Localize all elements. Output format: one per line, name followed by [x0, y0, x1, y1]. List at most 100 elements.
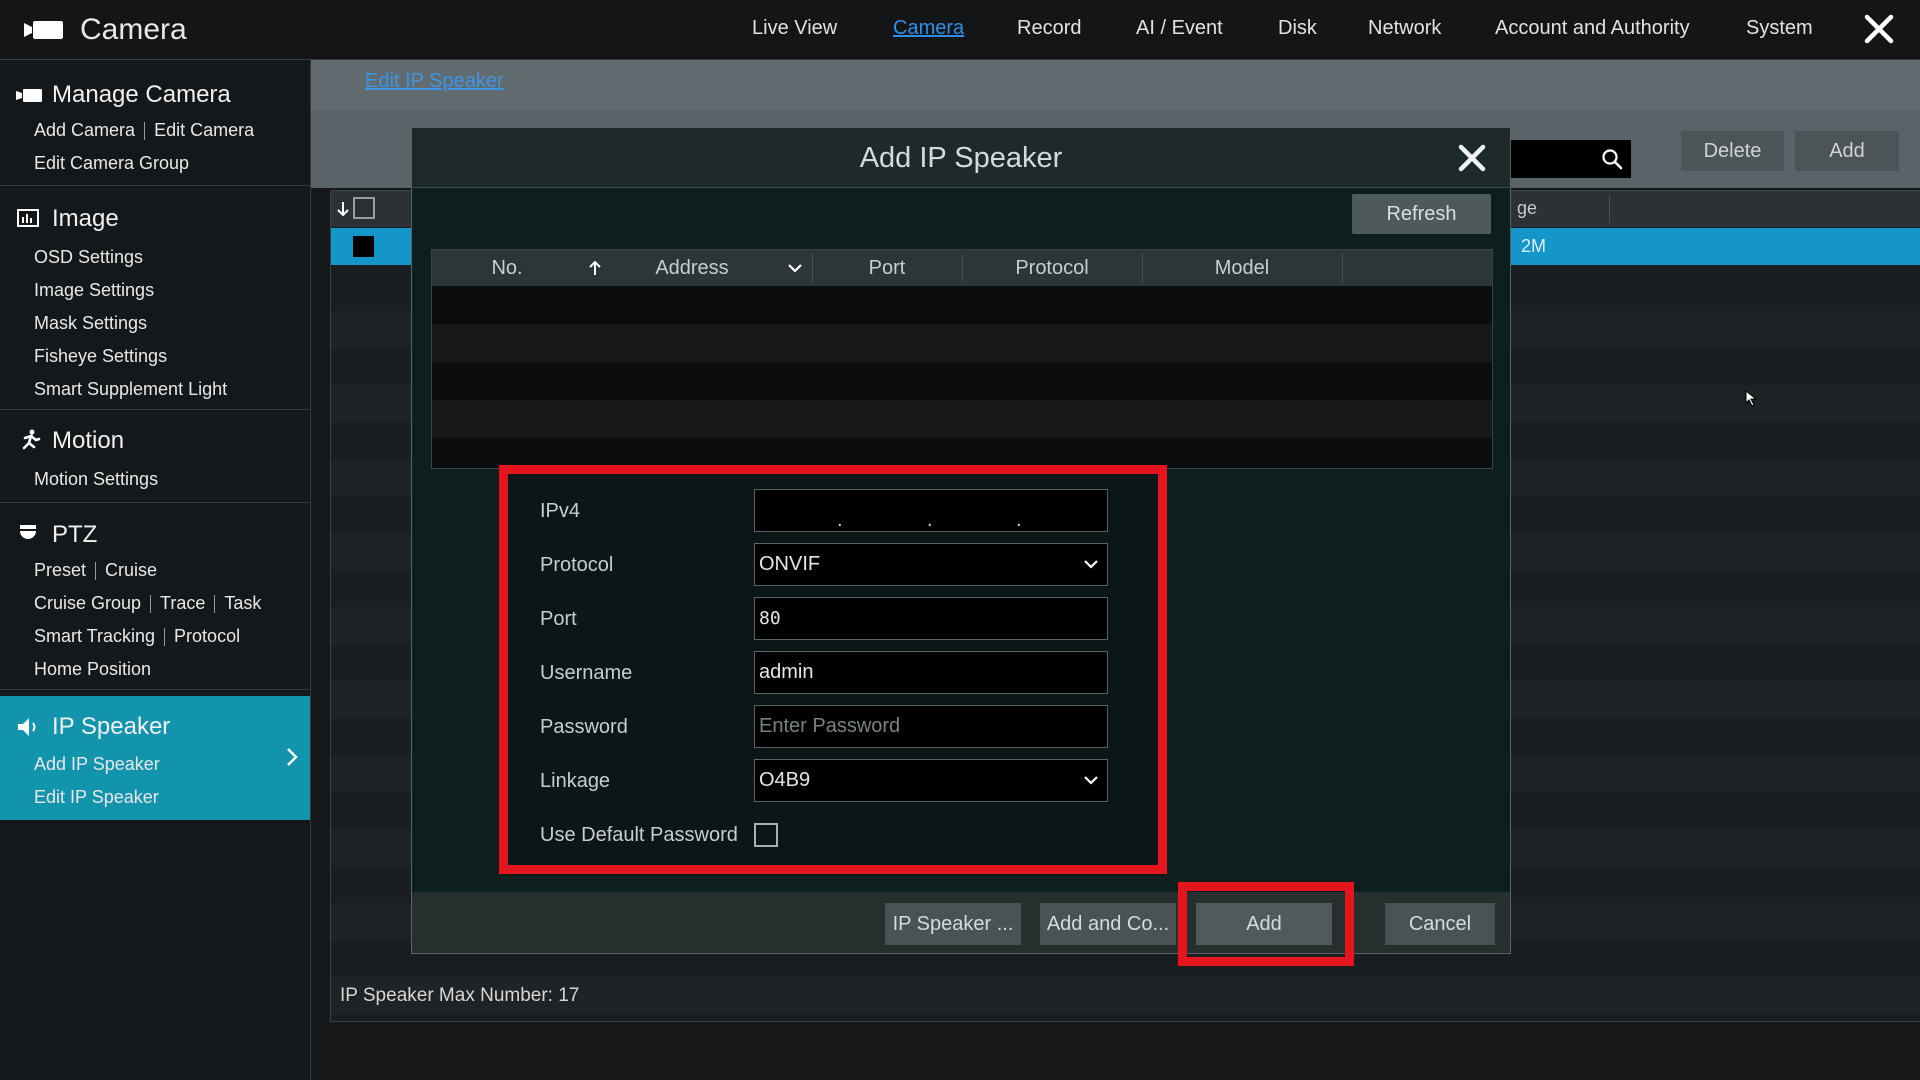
sidebar-heading-ptz[interactable]: PTZ [16, 520, 97, 550]
sidebar-item-add-ip-speaker[interactable]: Add IP Speaker [34, 754, 160, 775]
app-title: Camera [80, 13, 187, 46]
table-cell: 2M [1521, 236, 1547, 256]
cancel-button[interactable]: Cancel [1385, 903, 1495, 945]
separator [214, 595, 216, 614]
sidebar-item-task[interactable]: Task [224, 593, 261, 613]
nav-network[interactable]: Network [1368, 0, 1441, 56]
nav-account-authority[interactable]: Account and Authority [1495, 0, 1690, 56]
separator [150, 595, 152, 614]
ipv4-field[interactable]: . . . [754, 489, 1108, 532]
table-row [432, 362, 1492, 400]
camera-icon [16, 89, 42, 102]
chevron-down-icon[interactable] [787, 263, 803, 274]
search-icon[interactable] [1601, 148, 1623, 170]
ip-speaker-button[interactable]: IP Speaker ... [885, 903, 1021, 945]
sidebar-item-smart-supplement-light[interactable]: Smart Supplement Light [34, 379, 227, 400]
default-password-label: Use Default Password [540, 824, 738, 846]
sidebar: Manage Camera Add Camera Edit Camera Edit… [0, 60, 311, 1080]
password-field[interactable]: Enter Password [754, 705, 1108, 748]
username-label: Username [540, 662, 633, 684]
sidebar-item-cruise-group[interactable]: Cruise Group [34, 593, 141, 613]
sidebar-item-protocol[interactable]: Protocol [174, 626, 240, 646]
username-field[interactable]: admin [754, 651, 1108, 694]
add-ip-speaker-dialog: Add IP Speaker Refresh No. Address Port … [411, 127, 1511, 966]
refresh-button[interactable]: Refresh [1352, 194, 1491, 234]
row-checkbox[interactable] [353, 236, 374, 257]
column-header-protocol[interactable]: Protocol [962, 250, 1142, 286]
breadcrumb[interactable]: Edit IP Speaker [365, 70, 504, 93]
add-button[interactable]: Add [1795, 131, 1899, 171]
separator [144, 122, 146, 141]
column-header: ge [1517, 198, 1538, 218]
nav-record[interactable]: Record [1017, 0, 1081, 56]
sidebar-item-preset[interactable]: Preset [34, 560, 86, 580]
column-header-address[interactable]: Address [582, 250, 802, 286]
add-and-continue-button[interactable]: Add and Co... [1040, 903, 1176, 945]
sidebar-item-cruise[interactable]: Cruise [105, 560, 157, 580]
dome-camera-icon [20, 525, 36, 539]
delete-button[interactable]: Delete [1681, 131, 1784, 171]
port-label: Port [540, 608, 577, 630]
sidebar-title: PTZ [52, 521, 98, 548]
sidebar-item-osd-settings[interactable]: OSD Settings [34, 247, 143, 268]
sidebar-heading-ip-speaker[interactable]: IP Speaker [16, 712, 170, 742]
sidebar-title: Motion [52, 427, 125, 454]
dialog-title: Add IP Speaker [859, 142, 1063, 174]
sidebar-title: IP Speaker [52, 713, 171, 740]
linkage-value: O4B9 [759, 769, 811, 791]
sidebar-item-edit-camera[interactable]: Edit Camera [154, 120, 254, 140]
sidebar-group-image: Image OSD Settings Image Settings Mask S… [0, 186, 310, 410]
linkage-label: Linkage [540, 770, 611, 792]
column-header-port[interactable]: Port [812, 250, 962, 286]
close-icon[interactable] [1458, 144, 1486, 172]
port-field[interactable]: 80 [754, 597, 1108, 640]
separator [95, 562, 97, 581]
nav-live-view[interactable]: Live View [752, 0, 837, 56]
sidebar-item-trace[interactable]: Trace [160, 593, 205, 613]
sidebar-item-mask-settings[interactable]: Mask Settings [34, 313, 147, 334]
select-all-checkbox[interactable] [353, 197, 375, 219]
close-icon[interactable] [1864, 14, 1894, 44]
ip-separator: . [927, 509, 933, 531]
sidebar-heading-image[interactable]: Image [16, 204, 119, 234]
chevron-right-icon[interactable] [284, 746, 300, 768]
column-header-no[interactable]: No. [432, 250, 582, 286]
table-row [432, 400, 1492, 438]
sidebar-item-edit-ip-speaker[interactable]: Edit IP Speaker [34, 787, 159, 808]
protocol-select[interactable]: ONVIF [754, 543, 1108, 586]
sidebar-item-image-settings[interactable]: Image Settings [34, 280, 154, 301]
breadcrumb-bar: Edit IP Speaker [311, 60, 1920, 110]
sidebar-group-ip-speaker: IP Speaker Add IP Speaker Edit IP Speake… [0, 696, 310, 820]
column-divider [1609, 195, 1610, 223]
max-number-label: IP Speaker Max Number: 17 [340, 985, 580, 1006]
nav-disk[interactable]: Disk [1278, 0, 1317, 56]
chevron-down-icon [1084, 560, 1098, 569]
sidebar-heading-motion[interactable]: Motion [16, 426, 124, 456]
nav-system[interactable]: System [1746, 0, 1813, 56]
sidebar-item-fisheye-settings[interactable]: Fisheye Settings [34, 346, 167, 367]
sidebar-item-add-camera[interactable]: Add Camera [34, 120, 135, 140]
search-input[interactable] [1501, 140, 1631, 178]
sidebar-title: Image [52, 205, 119, 232]
sidebar-item-motion-settings[interactable]: Motion Settings [34, 469, 158, 490]
sidebar-item-smart-tracking[interactable]: Smart Tracking [34, 626, 155, 646]
linkage-select[interactable]: O4B9 [754, 759, 1108, 802]
running-person-icon [22, 429, 41, 450]
protocol-label: Protocol [540, 554, 614, 576]
ip-separator: . [837, 509, 843, 531]
table-row [432, 286, 1492, 324]
mouse-cursor-icon [1745, 390, 1758, 407]
sidebar-heading-manage-camera[interactable]: Manage Camera [16, 80, 231, 110]
top-bar: Camera Live View Camera Record AI / Even… [0, 0, 1920, 60]
sidebar-item-home-position[interactable]: Home Position [34, 659, 151, 680]
table-header: No. Address Port Protocol Model [432, 250, 1492, 286]
highlight-frame [1178, 882, 1354, 966]
column-header-model[interactable]: Model [1142, 250, 1342, 286]
sidebar-group-manage-camera: Manage Camera Add Camera Edit Camera Edit… [0, 60, 310, 186]
sidebar-item-edit-camera-group[interactable]: Edit Camera Group [34, 153, 189, 174]
sidebar-group-motion: Motion Motion Settings [0, 410, 310, 503]
nav-camera[interactable]: Camera [893, 0, 964, 56]
sort-down-icon[interactable] [337, 201, 349, 217]
nav-ai-event[interactable]: AI / Event [1136, 0, 1223, 56]
default-password-checkbox[interactable] [754, 823, 778, 847]
